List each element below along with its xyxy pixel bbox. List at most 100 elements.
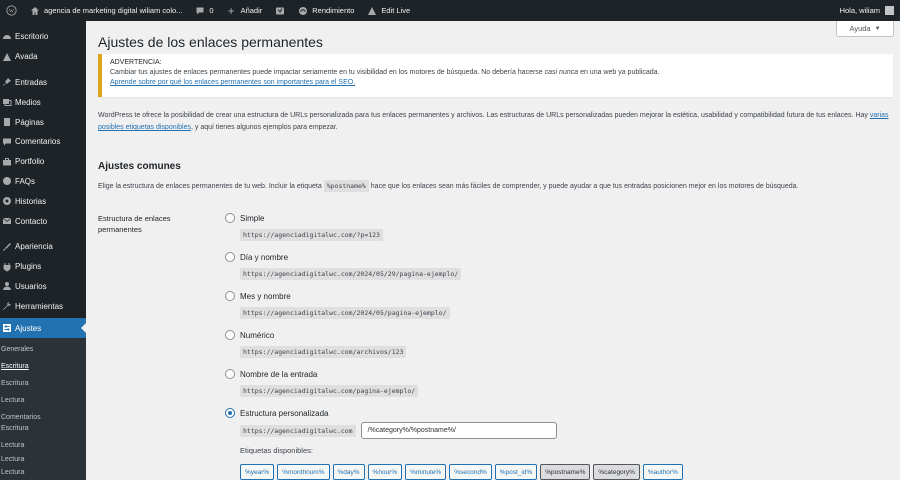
sidebar-item-escritorio[interactable]: Escritorio (0, 27, 86, 47)
edit-live-menu[interactable]: Edit Live (360, 0, 416, 21)
avatar (885, 6, 894, 15)
sidebar-item-ajustes[interactable]: Ajustes (0, 318, 86, 338)
option-label: Nombre de la entrada (240, 369, 318, 379)
option-label: Mes y nombre (240, 291, 291, 301)
site-name-menu[interactable]: agencia de marketing digital wiliam colo… (23, 0, 188, 21)
custom-structure-input[interactable]: /%category%/%postname%/ (360, 422, 557, 439)
radio-numeric[interactable] (225, 330, 235, 340)
sidebar-item-portfolio[interactable]: Portfolio (0, 152, 86, 172)
seo-warning-notice: ADVERTENCIA: Cambiar tus ajustes de enla… (98, 54, 893, 97)
submenu-item-escritura[interactable]: Escritura (0, 375, 86, 392)
postname-code: %postname% (323, 180, 369, 192)
comment-icon (194, 5, 205, 16)
sidebar-item-faqs[interactable]: FAQs (0, 172, 86, 192)
admin-bar: W agencia de marketing digital wiliam co… (0, 0, 900, 21)
radio-month-name[interactable] (225, 291, 235, 301)
submenu-item-generales[interactable]: Generales (0, 341, 86, 358)
yoast-menu[interactable] (268, 0, 291, 21)
home-icon (29, 5, 40, 16)
option-example: https://agenciadigitalwc.com/?p=123 (240, 229, 383, 241)
tag-monthnum-button[interactable]: %monthnum% (277, 464, 330, 480)
greeting: Hola, wiliam (839, 6, 880, 15)
sidebar-item-label: Plugins (15, 262, 42, 272)
submenu-item-escritura[interactable]: Escritura (0, 423, 86, 435)
tag-postname-button[interactable]: %postname% (540, 464, 591, 480)
new-label: Añadir (240, 6, 263, 15)
submenu-item-comentarios[interactable]: Comentarios (0, 412, 86, 423)
option-day-name[interactable]: Día y nombre https://agenciadigitalwc.co… (225, 252, 462, 280)
option-post-name[interactable]: Nombre de la entrada https://agenciadigi… (225, 369, 419, 397)
option-custom[interactable]: Estructura personalizada (225, 408, 329, 418)
option-label: Numérico (240, 330, 275, 340)
tag-second-button[interactable]: %second% (449, 464, 492, 480)
sidebar-item-avada[interactable]: Avada (0, 47, 86, 67)
tag-year-button[interactable]: %year% (240, 464, 275, 480)
option-month-name[interactable]: Mes y nombre https://agenciadigitalwc.co… (225, 291, 450, 319)
option-simple[interactable]: Simple https://agenciadigitalwc.com/?p=1… (225, 213, 383, 241)
radio-simple[interactable] (225, 213, 235, 223)
sidebar-item-label: Ajustes (15, 323, 42, 333)
comments-icon (1, 136, 12, 147)
performance-menu[interactable]: Rendimiento (291, 0, 360, 21)
page-title: Ajustes de los enlaces permanentes (98, 34, 323, 50)
notice-body: Cambiar tus ajustes de enlaces permanent… (110, 69, 660, 76)
submenu-item-lectura[interactable]: Lectura (0, 466, 86, 479)
sidebar-item-label: Apariencia (15, 242, 53, 252)
sidebar-item-entradas[interactable]: Entradas (0, 73, 86, 93)
tag-category-button[interactable]: %category% (593, 464, 640, 480)
radio-post-name[interactable] (225, 369, 235, 379)
tag-post-id-button[interactable]: %post_id% (494, 464, 538, 480)
option-numeric[interactable]: Numérico https://agenciadigitalwc.com/ar… (225, 330, 407, 358)
plus-icon: + (227, 3, 235, 18)
tag-hour-button[interactable]: %hour% (367, 464, 403, 480)
sidebar-item-label: Entradas (15, 77, 48, 87)
sidebar-item-medios[interactable]: Medios (0, 92, 86, 112)
radio-custom[interactable] (225, 408, 235, 418)
sidebar-item-paginas[interactable]: Páginas (0, 112, 86, 132)
submenu-item-lectura[interactable]: Lectura (0, 453, 86, 466)
submenu-item-lectura[interactable]: Lectura (0, 438, 86, 453)
radio-day-name[interactable] (225, 252, 235, 262)
option-example: https://agenciadigitalwc.com/2024/05/pag… (240, 307, 450, 319)
intro-text: WordPress te ofrece la posibilidad de cr… (98, 112, 889, 131)
custom-structure-row: https://agenciadigitalwc.com /%category%… (240, 422, 557, 439)
sidebar-item-comentarios[interactable]: Comentarios (0, 132, 86, 152)
sidebar-item-label: Escritorio (15, 32, 49, 42)
seo-learn-more-link[interactable]: Aprende sobre por qué los enlaces perman… (110, 79, 355, 86)
option-example: https://agenciadigitalwc.com/2024/05/29/… (240, 268, 462, 280)
option-example: https://agenciadigitalwc.com/pagina-ejem… (240, 385, 419, 397)
tag-minute-button[interactable]: %minute% (405, 464, 447, 480)
new-content-menu[interactable]: + Añadir (220, 0, 269, 21)
sidebar-item-label: Herramientas (15, 301, 64, 311)
wordpress-menu[interactable]: W (0, 0, 23, 21)
mail-icon (1, 216, 12, 227)
custom-base-url: https://agenciadigitalwc.com (240, 424, 356, 437)
faq-icon (1, 176, 12, 187)
comments-count: 0 (209, 6, 214, 15)
help-tab-button[interactable]: Ayuda ▼ (836, 21, 894, 37)
submenu-item-lectura[interactable]: Lectura (0, 392, 86, 409)
tag-author-button[interactable]: %author% (642, 464, 683, 480)
performance-icon (297, 5, 308, 16)
main-content: Ayuda ▼ Ajustes de los enlaces permanent… (86, 21, 900, 480)
wordpress-icon: W (6, 5, 17, 16)
avada-icon (1, 51, 12, 62)
sidebar-item-label: Usuarios (15, 281, 47, 291)
sidebar-item-contacto[interactable]: Contacto (0, 211, 86, 231)
sidebar-item-historias[interactable]: Historias (0, 191, 86, 211)
comments-menu[interactable]: 0 (188, 0, 219, 21)
sidebar-item-label: Avada (15, 52, 38, 62)
submenu-item-escritura[interactable]: Escritura (0, 358, 86, 375)
sidebar-item-usuarios[interactable]: Usuarios (0, 277, 86, 297)
available-tags-label: Etiquetas disponibles: (240, 446, 313, 455)
media-icon (1, 97, 12, 108)
appearance-icon (1, 241, 12, 252)
tag-day-button[interactable]: %day% (332, 464, 365, 480)
sidebar-item-apariencia[interactable]: Apariencia (0, 237, 86, 257)
sidebar-item-herramientas[interactable]: Herramientas (0, 296, 86, 316)
stories-icon (1, 196, 12, 207)
account-menu[interactable]: Hola, wiliam (840, 6, 900, 15)
option-label: Estructura personalizada (240, 408, 329, 418)
sidebar-item-label: Historias (15, 196, 47, 206)
sidebar-item-plugins[interactable]: Plugins (0, 257, 86, 277)
